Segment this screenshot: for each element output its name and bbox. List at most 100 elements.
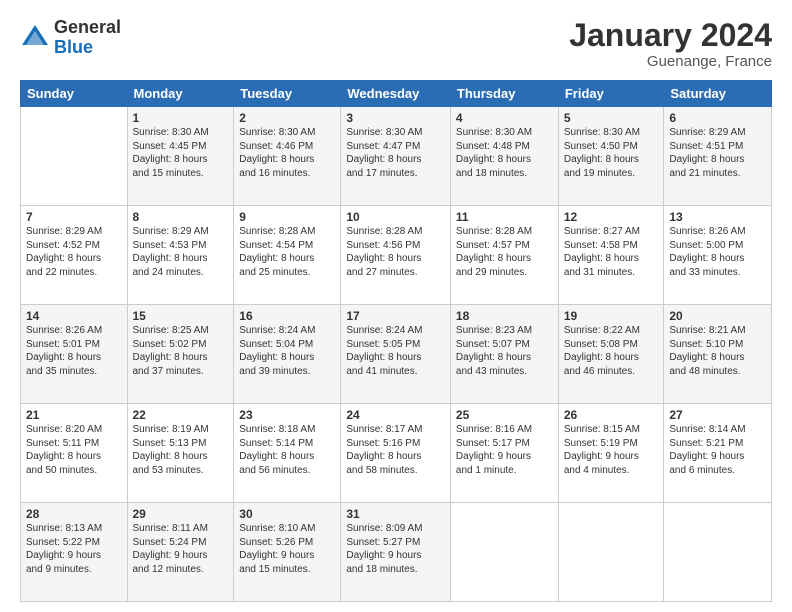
day-cell: 27Sunrise: 8:14 AM Sunset: 5:21 PM Dayli…	[664, 404, 772, 503]
day-number: 13	[669, 210, 766, 224]
day-number: 20	[669, 309, 766, 323]
week-row-1: 1Sunrise: 8:30 AM Sunset: 4:45 PM Daylig…	[21, 107, 772, 206]
day-number: 8	[133, 210, 229, 224]
day-number: 14	[26, 309, 122, 323]
logo-icon	[20, 23, 50, 53]
header: General Blue January 2024 Guenange, Fran…	[20, 18, 772, 70]
day-cell: 1Sunrise: 8:30 AM Sunset: 4:45 PM Daylig…	[127, 107, 234, 206]
day-cell: 24Sunrise: 8:17 AM Sunset: 5:16 PM Dayli…	[341, 404, 451, 503]
day-cell: 25Sunrise: 8:16 AM Sunset: 5:17 PM Dayli…	[450, 404, 558, 503]
day-cell: 7Sunrise: 8:29 AM Sunset: 4:52 PM Daylig…	[21, 206, 128, 305]
day-number: 7	[26, 210, 122, 224]
day-cell	[450, 503, 558, 602]
day-cell: 13Sunrise: 8:26 AM Sunset: 5:00 PM Dayli…	[664, 206, 772, 305]
day-info: Sunrise: 8:30 AM Sunset: 4:47 PM Dayligh…	[346, 126, 445, 180]
day-number: 10	[346, 210, 445, 224]
day-number: 11	[456, 210, 553, 224]
day-cell: 8Sunrise: 8:29 AM Sunset: 4:53 PM Daylig…	[127, 206, 234, 305]
day-cell	[558, 503, 664, 602]
day-cell: 28Sunrise: 8:13 AM Sunset: 5:22 PM Dayli…	[21, 503, 128, 602]
day-info: Sunrise: 8:30 AM Sunset: 4:45 PM Dayligh…	[133, 126, 229, 180]
day-info: Sunrise: 8:19 AM Sunset: 5:13 PM Dayligh…	[133, 423, 229, 477]
day-cell: 4Sunrise: 8:30 AM Sunset: 4:48 PM Daylig…	[450, 107, 558, 206]
day-info: Sunrise: 8:09 AM Sunset: 5:27 PM Dayligh…	[346, 522, 445, 576]
day-info: Sunrise: 8:28 AM Sunset: 4:57 PM Dayligh…	[456, 225, 553, 279]
day-info: Sunrise: 8:21 AM Sunset: 5:10 PM Dayligh…	[669, 324, 766, 378]
day-number: 5	[564, 111, 659, 125]
day-cell: 18Sunrise: 8:23 AM Sunset: 5:07 PM Dayli…	[450, 305, 558, 404]
day-cell: 19Sunrise: 8:22 AM Sunset: 5:08 PM Dayli…	[558, 305, 664, 404]
day-info: Sunrise: 8:17 AM Sunset: 5:16 PM Dayligh…	[346, 423, 445, 477]
day-info: Sunrise: 8:30 AM Sunset: 4:48 PM Dayligh…	[456, 126, 553, 180]
day-cell: 2Sunrise: 8:30 AM Sunset: 4:46 PM Daylig…	[234, 107, 341, 206]
day-info: Sunrise: 8:28 AM Sunset: 4:54 PM Dayligh…	[239, 225, 335, 279]
logo-blue: Blue	[54, 38, 121, 58]
day-number: 31	[346, 507, 445, 521]
day-info: Sunrise: 8:29 AM Sunset: 4:51 PM Dayligh…	[669, 126, 766, 180]
day-number: 15	[133, 309, 229, 323]
day-cell: 31Sunrise: 8:09 AM Sunset: 5:27 PM Dayli…	[341, 503, 451, 602]
day-cell: 29Sunrise: 8:11 AM Sunset: 5:24 PM Dayli…	[127, 503, 234, 602]
day-number: 29	[133, 507, 229, 521]
day-cell: 3Sunrise: 8:30 AM Sunset: 4:47 PM Daylig…	[341, 107, 451, 206]
day-number: 18	[456, 309, 553, 323]
day-cell: 21Sunrise: 8:20 AM Sunset: 5:11 PM Dayli…	[21, 404, 128, 503]
day-cell: 11Sunrise: 8:28 AM Sunset: 4:57 PM Dayli…	[450, 206, 558, 305]
day-cell	[664, 503, 772, 602]
day-number: 9	[239, 210, 335, 224]
day-number: 25	[456, 408, 553, 422]
day-number: 21	[26, 408, 122, 422]
day-info: Sunrise: 8:30 AM Sunset: 4:50 PM Dayligh…	[564, 126, 659, 180]
day-number: 1	[133, 111, 229, 125]
column-header-wednesday: Wednesday	[341, 81, 451, 107]
day-cell: 10Sunrise: 8:28 AM Sunset: 4:56 PM Dayli…	[341, 206, 451, 305]
week-row-2: 7Sunrise: 8:29 AM Sunset: 4:52 PM Daylig…	[21, 206, 772, 305]
day-info: Sunrise: 8:15 AM Sunset: 5:19 PM Dayligh…	[564, 423, 659, 477]
day-number: 26	[564, 408, 659, 422]
day-info: Sunrise: 8:23 AM Sunset: 5:07 PM Dayligh…	[456, 324, 553, 378]
calendar-body: 1Sunrise: 8:30 AM Sunset: 4:45 PM Daylig…	[21, 107, 772, 602]
title-block: January 2024 Guenange, France	[569, 18, 772, 70]
column-header-saturday: Saturday	[664, 81, 772, 107]
day-number: 2	[239, 111, 335, 125]
day-info: Sunrise: 8:27 AM Sunset: 4:58 PM Dayligh…	[564, 225, 659, 279]
column-header-thursday: Thursday	[450, 81, 558, 107]
day-number: 3	[346, 111, 445, 125]
day-info: Sunrise: 8:24 AM Sunset: 5:05 PM Dayligh…	[346, 324, 445, 378]
column-header-sunday: Sunday	[21, 81, 128, 107]
day-cell: 12Sunrise: 8:27 AM Sunset: 4:58 PM Dayli…	[558, 206, 664, 305]
day-info: Sunrise: 8:10 AM Sunset: 5:26 PM Dayligh…	[239, 522, 335, 576]
day-cell: 22Sunrise: 8:19 AM Sunset: 5:13 PM Dayli…	[127, 404, 234, 503]
week-row-4: 21Sunrise: 8:20 AM Sunset: 5:11 PM Dayli…	[21, 404, 772, 503]
day-info: Sunrise: 8:16 AM Sunset: 5:17 PM Dayligh…	[456, 423, 553, 477]
day-number: 17	[346, 309, 445, 323]
day-info: Sunrise: 8:24 AM Sunset: 5:04 PM Dayligh…	[239, 324, 335, 378]
day-number: 4	[456, 111, 553, 125]
day-number: 6	[669, 111, 766, 125]
month-title: January 2024	[569, 18, 772, 53]
day-cell	[21, 107, 128, 206]
day-number: 24	[346, 408, 445, 422]
column-header-monday: Monday	[127, 81, 234, 107]
day-info: Sunrise: 8:13 AM Sunset: 5:22 PM Dayligh…	[26, 522, 122, 576]
week-row-3: 14Sunrise: 8:26 AM Sunset: 5:01 PM Dayli…	[21, 305, 772, 404]
day-info: Sunrise: 8:29 AM Sunset: 4:53 PM Dayligh…	[133, 225, 229, 279]
day-number: 23	[239, 408, 335, 422]
logo: General Blue	[20, 18, 121, 58]
day-number: 16	[239, 309, 335, 323]
location: Guenange, France	[569, 53, 772, 70]
calendar-table: SundayMondayTuesdayWednesdayThursdayFrid…	[20, 80, 772, 602]
day-number: 22	[133, 408, 229, 422]
day-cell: 17Sunrise: 8:24 AM Sunset: 5:05 PM Dayli…	[341, 305, 451, 404]
day-cell: 30Sunrise: 8:10 AM Sunset: 5:26 PM Dayli…	[234, 503, 341, 602]
day-cell: 9Sunrise: 8:28 AM Sunset: 4:54 PM Daylig…	[234, 206, 341, 305]
calendar-header-row: SundayMondayTuesdayWednesdayThursdayFrid…	[21, 81, 772, 107]
day-info: Sunrise: 8:25 AM Sunset: 5:02 PM Dayligh…	[133, 324, 229, 378]
day-cell: 16Sunrise: 8:24 AM Sunset: 5:04 PM Dayli…	[234, 305, 341, 404]
day-info: Sunrise: 8:26 AM Sunset: 5:01 PM Dayligh…	[26, 324, 122, 378]
day-info: Sunrise: 8:26 AM Sunset: 5:00 PM Dayligh…	[669, 225, 766, 279]
day-number: 27	[669, 408, 766, 422]
day-cell: 15Sunrise: 8:25 AM Sunset: 5:02 PM Dayli…	[127, 305, 234, 404]
logo-general: General	[54, 18, 121, 38]
day-info: Sunrise: 8:20 AM Sunset: 5:11 PM Dayligh…	[26, 423, 122, 477]
